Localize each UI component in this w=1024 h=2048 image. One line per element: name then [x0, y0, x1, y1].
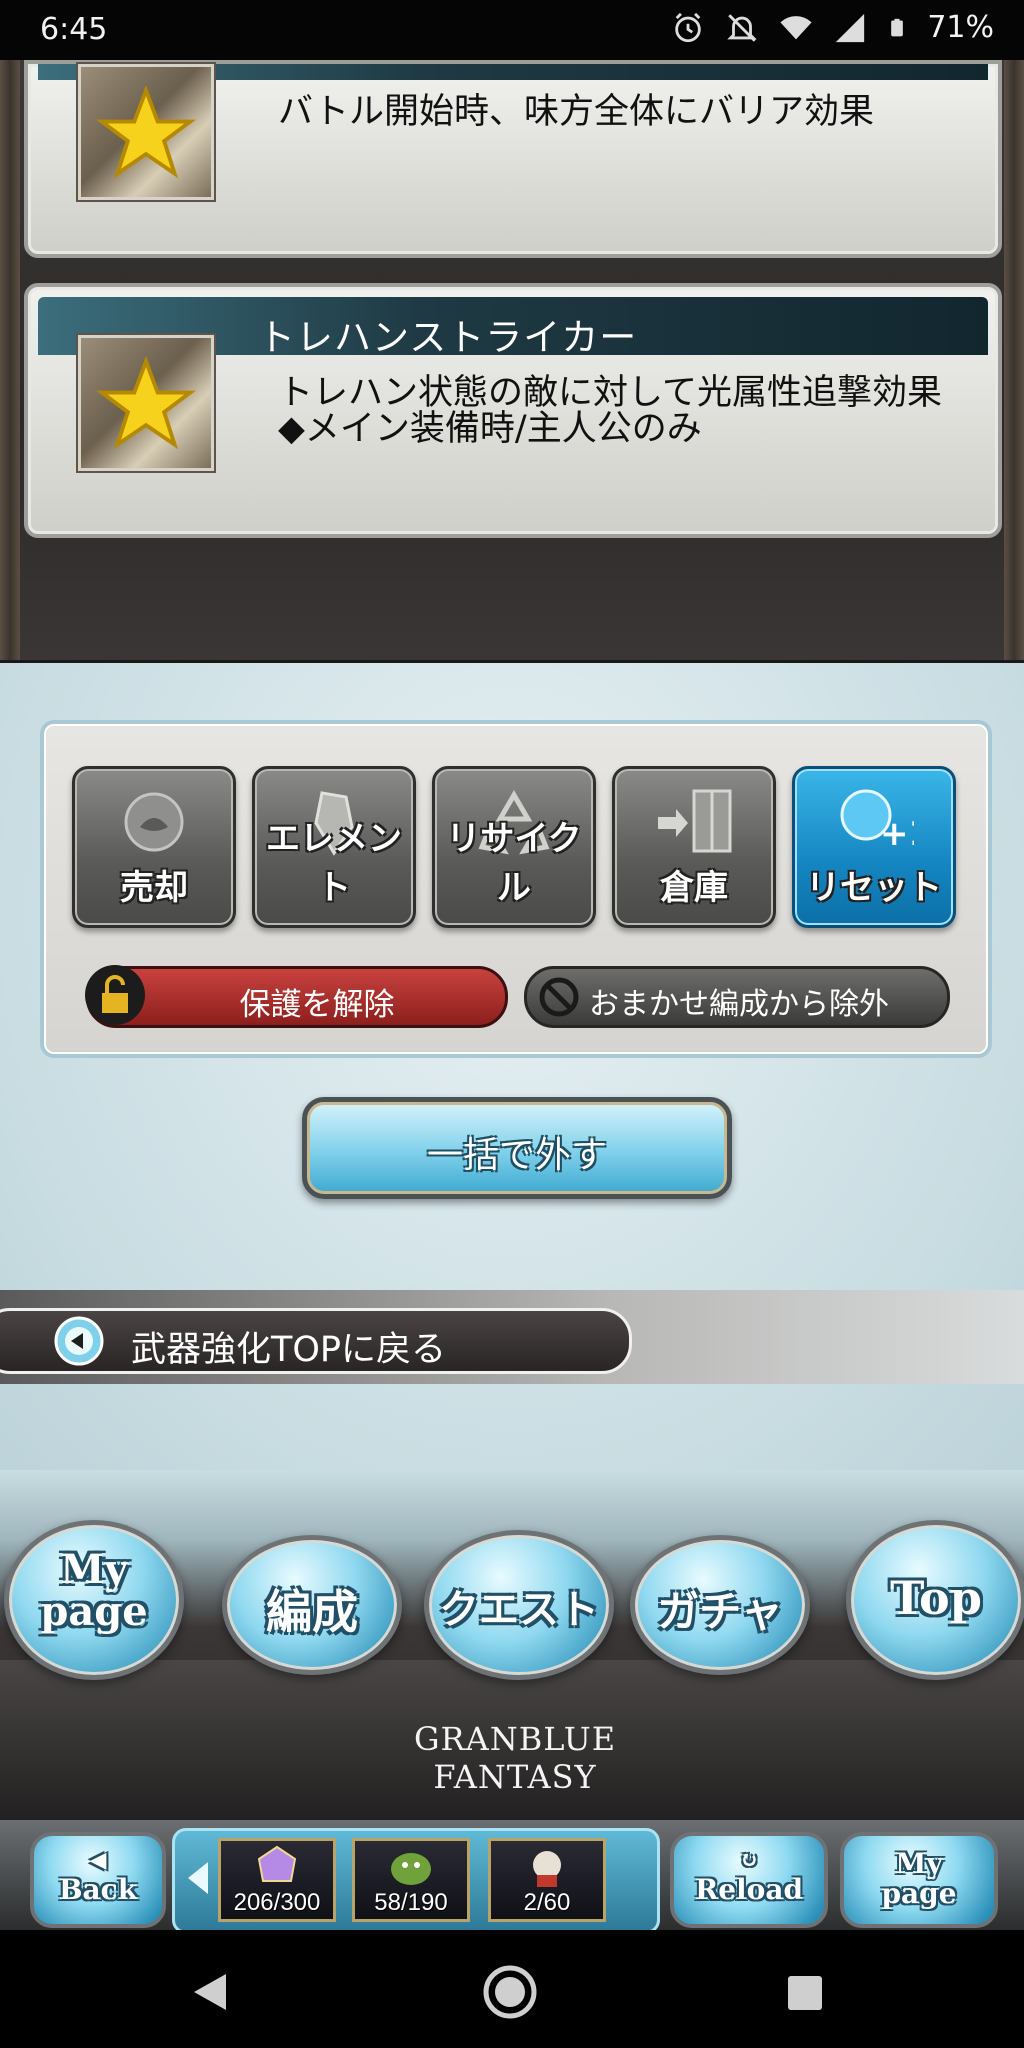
unprotect-button[interactable]: 保護を解除: [85, 965, 508, 1028]
rail-left-arrow-icon[interactable]: [184, 1858, 212, 1898]
status-bar: 6:45 71%: [0, 0, 1024, 60]
skill-name: トレハンストライカー: [258, 316, 638, 359]
recycle-button[interactable]: リサイクル: [432, 766, 596, 928]
recycle-label: リサイクル: [446, 819, 582, 908]
character-value: 2/60: [523, 1889, 571, 1916]
character-icon: [533, 1851, 561, 1887]
bulk-remove-button[interactable]: 一括で外す: [302, 1097, 732, 1199]
back-arrow-icon: [54, 1316, 104, 1366]
alarm-icon: [675, 12, 702, 42]
ap-resource[interactable]: 206/300: [218, 1838, 336, 1922]
game-logo: GRANBLUE FANTASY: [413, 1720, 617, 1796]
storage-label: 倉庫: [660, 868, 728, 908]
bp-resource[interactable]: 58/190: [352, 1838, 470, 1922]
wifi-icon: [780, 15, 812, 39]
reload-button[interactable]: ↻ Reload: [670, 1832, 828, 1928]
nav-mypage-line1: My: [60, 1546, 128, 1593]
ap-crystal-icon: [257, 1845, 297, 1882]
nav-recents-icon[interactable]: [786, 1974, 824, 2012]
back-arrow-glyph: ◀: [89, 1847, 107, 1873]
star-skill-icon: [78, 335, 214, 471]
reset-button[interactable]: +1 リセット: [792, 766, 956, 928]
element-label: エレメント: [266, 819, 402, 908]
nav-gacha-label: ガチャ: [657, 1587, 783, 1636]
sell-label: 売却: [120, 868, 188, 908]
reset-badge: +1: [880, 814, 914, 854]
nav-mypage-label: My page: [9, 1549, 179, 1633]
skill-description: バトル開始時、味方全体にバリア効果: [278, 92, 875, 132]
exclude-auto-label: おまかせ編成から除外: [589, 987, 889, 1022]
nav-back-icon[interactable]: [190, 1970, 230, 2014]
reset-orb-icon: +1: [840, 789, 914, 854]
ban-icon: [539, 977, 579, 1017]
nav-quest-label: クエスト: [439, 1586, 599, 1633]
back-button[interactable]: ◀ Back: [30, 1832, 166, 1928]
nav-mypage-button[interactable]: My page: [4, 1520, 184, 1680]
nav-party-button[interactable]: 編成: [222, 1535, 402, 1675]
reset-label: リセット: [806, 868, 942, 908]
back-to-enhance-top-label: 武器強化TOPに戻る: [131, 1330, 447, 1370]
battery-percent: 71%: [927, 10, 994, 45]
bulk-remove-label: 一括で外す: [426, 1135, 607, 1176]
back-to-enhance-top-button[interactable]: 武器強化TOPに戻る: [0, 1308, 632, 1374]
unprotect-label: 保護を解除: [239, 987, 395, 1023]
element-button[interactable]: エレメント: [252, 766, 416, 928]
exclude-auto-button[interactable]: おまかせ編成から除外: [524, 966, 950, 1028]
nav-quest-button[interactable]: クエスト: [424, 1530, 614, 1680]
back-label: Back: [58, 1873, 138, 1906]
battery-icon: [891, 18, 904, 36]
quick-mypage-line1: My: [895, 1847, 943, 1880]
reload-label: Reload: [694, 1873, 804, 1906]
system-nav-bar: [0, 1930, 1024, 2048]
skill-description: トレハン状態の敵に対して光属性追撃効果 ◆メイン装備時/主人公のみ: [278, 373, 977, 449]
lock-icon: [85, 965, 145, 1025]
skill-card: トレハンストライカー トレハン状態の敵に対して光属性追撃効果 ◆メイン装備時/主…: [24, 283, 1002, 538]
bp-value: 58/190: [374, 1889, 448, 1916]
status-icons: 71%: [671, 10, 994, 45]
sell-icon: [124, 792, 184, 852]
star-skill-icon: [78, 64, 214, 200]
signal-icon: [836, 13, 865, 42]
action-panel: 売却 エレメント リサイクル 倉庫 +1 リセット 保護を解除 おまかせ編成から…: [40, 720, 992, 1058]
nav-gacha-button[interactable]: ガチャ: [630, 1535, 810, 1675]
reload-icon: ↻: [739, 1847, 759, 1873]
nav-party-label: 編成: [266, 1585, 358, 1639]
frame-border-right: [1004, 60, 1024, 660]
character-resource[interactable]: 2/60: [488, 1838, 606, 1922]
sell-button[interactable]: 売却: [72, 766, 236, 928]
nav-top-label: Top: [890, 1571, 982, 1625]
mute-bell-icon: [727, 13, 758, 42]
nav-mypage-line2: page: [40, 1588, 148, 1635]
nav-top-button[interactable]: Top: [846, 1520, 1024, 1680]
quick-mypage-button[interactable]: My page: [840, 1832, 998, 1928]
skill-card: バトル開始時、味方全体にバリア効果: [24, 60, 1002, 258]
ap-value: 206/300: [233, 1889, 321, 1916]
quick-mypage-line2: page: [881, 1877, 957, 1910]
status-time: 6:45: [40, 12, 108, 47]
storage-icon: [658, 789, 732, 853]
frame-border-left: [0, 60, 20, 660]
bp-creature-icon: [391, 1853, 431, 1885]
storage-button[interactable]: 倉庫: [612, 766, 776, 928]
nav-home-icon[interactable]: [482, 1964, 538, 2020]
